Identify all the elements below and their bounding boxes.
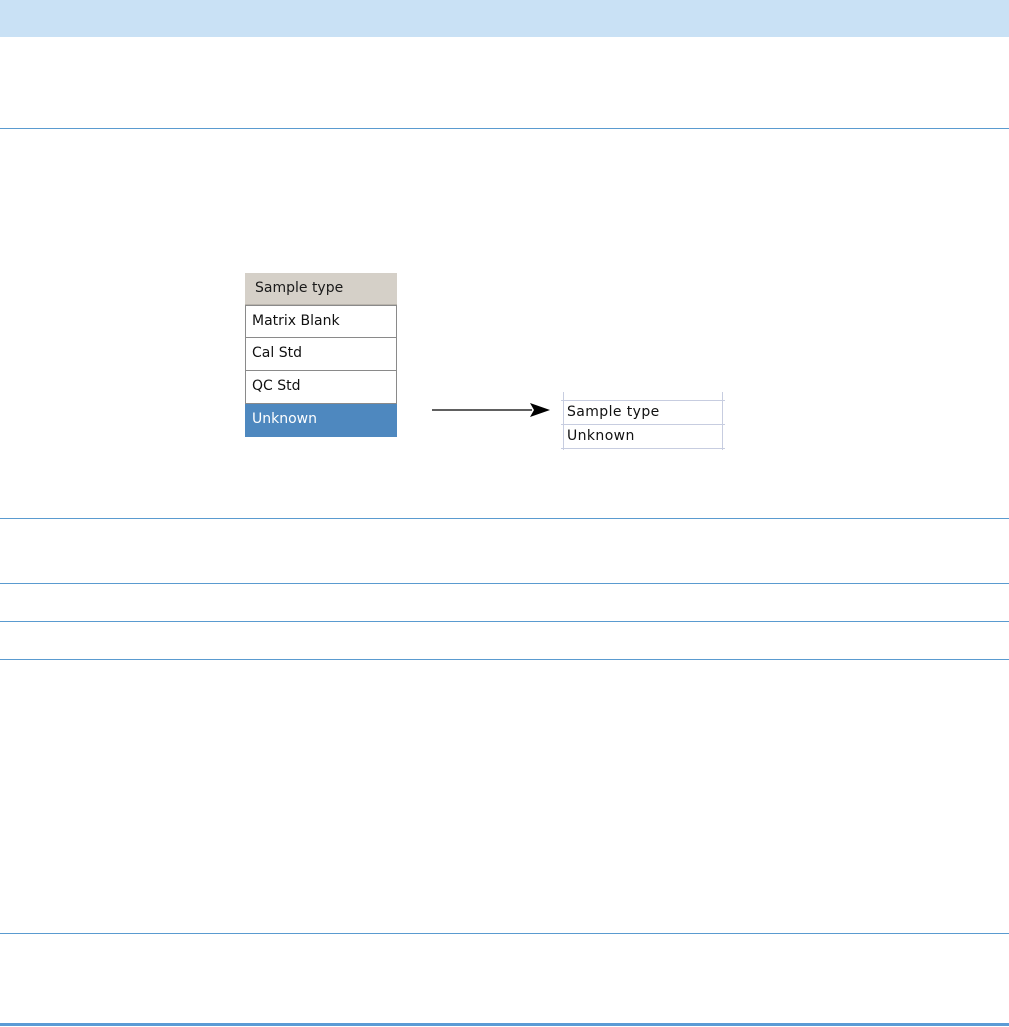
sample-type-dropdown[interactable]: Sample type Matrix Blank Cal Std QC Std …: [245, 273, 397, 437]
grid-line: [561, 448, 725, 449]
dropdown-option-matrix-blank[interactable]: Matrix Blank: [245, 305, 397, 338]
result-value-cell: Unknown: [567, 428, 635, 444]
section-divider: [0, 659, 1009, 660]
result-header-cell: Sample type: [567, 404, 660, 420]
section-divider: [0, 933, 1009, 934]
section-divider: [0, 583, 1009, 584]
dropdown-header: Sample type: [245, 273, 397, 305]
section-divider: [0, 128, 1009, 129]
dropdown-option-qc-std[interactable]: QC Std: [245, 371, 397, 404]
section-divider: [0, 621, 1009, 622]
dropdown-option-cal-std[interactable]: Cal Std: [245, 338, 397, 371]
dropdown-option-unknown[interactable]: Unknown: [245, 404, 397, 437]
bottom-border: [0, 1023, 1009, 1026]
section-divider: [0, 518, 1009, 519]
right-arrow-icon: [432, 403, 550, 417]
header-band: [0, 0, 1009, 37]
result-spreadsheet: Sample type Unknown: [561, 392, 725, 450]
